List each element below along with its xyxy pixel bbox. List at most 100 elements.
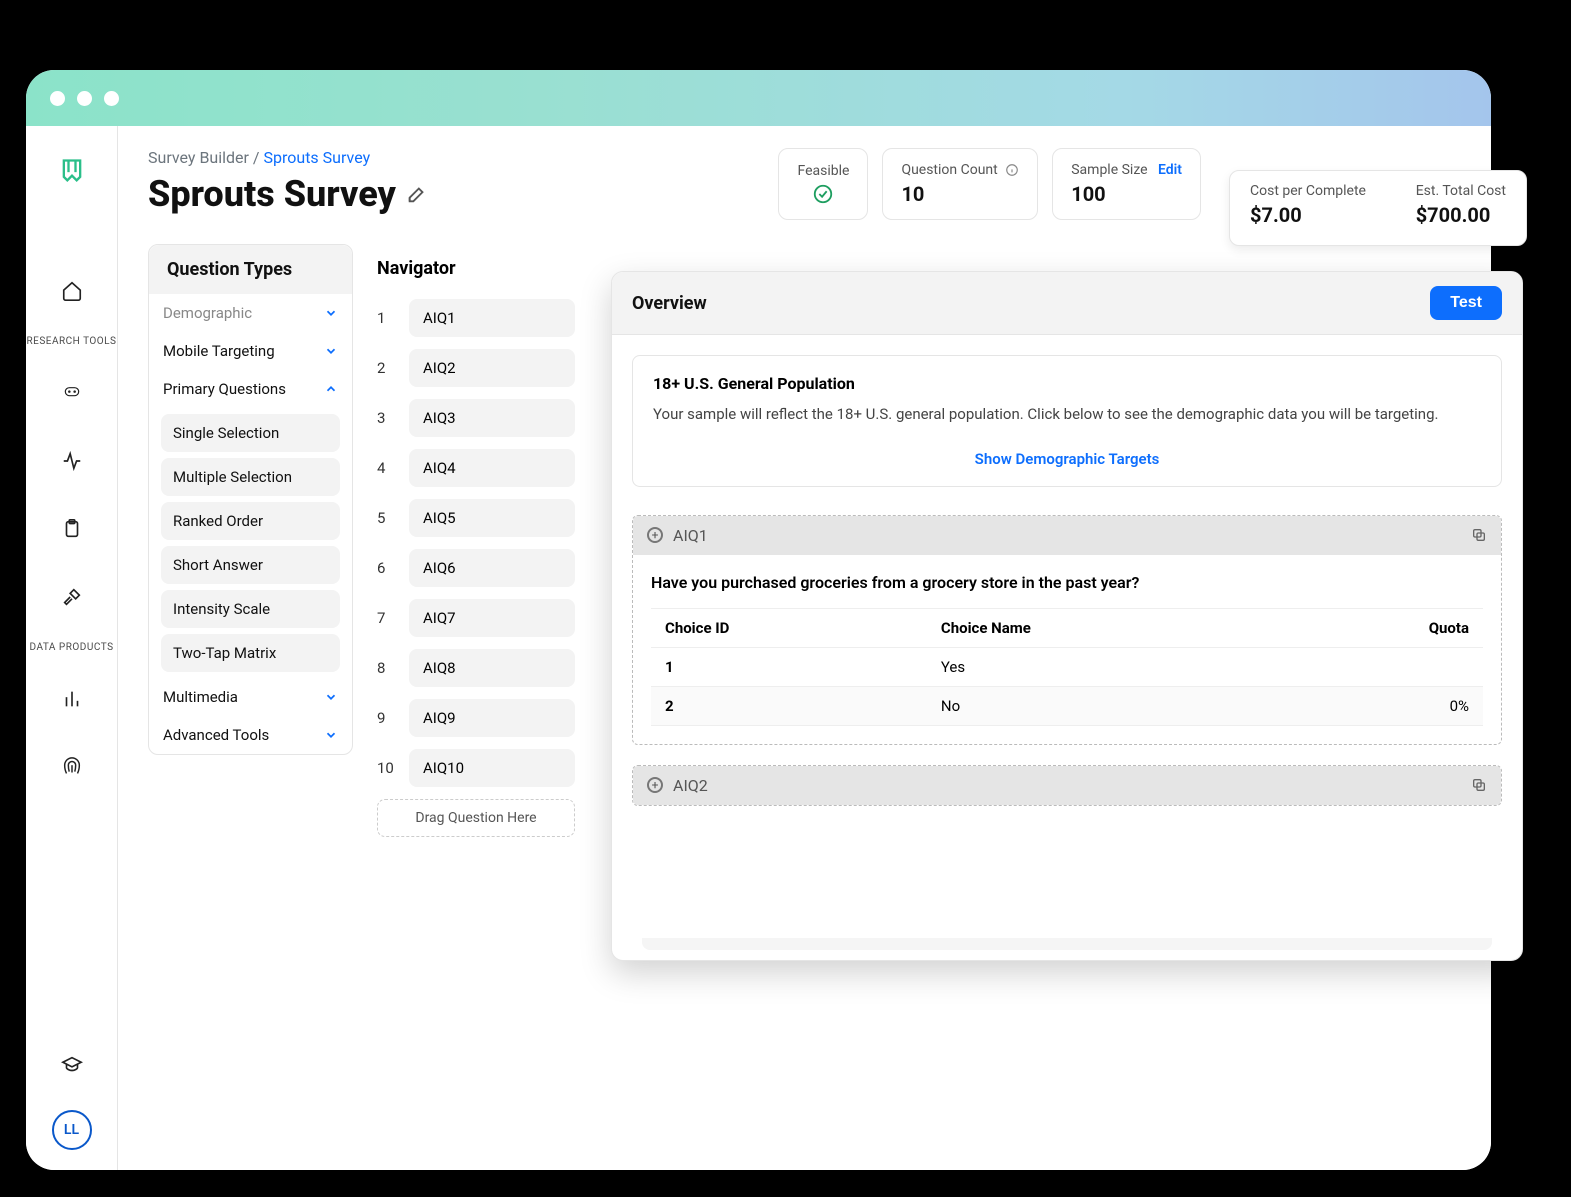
window-dot [77, 91, 92, 106]
navigator-label[interactable]: AIQ8 [409, 649, 575, 687]
navigator-index: 10 [377, 759, 399, 777]
stat-sample-size: Sample Size Edit 100 [1052, 148, 1201, 220]
navigator-label[interactable]: AIQ7 [409, 599, 575, 637]
vr-headset-icon[interactable] [49, 370, 95, 416]
stat-feasible: Feasible [778, 148, 868, 220]
hammer-icon[interactable] [49, 574, 95, 620]
stat-label: Cost per Complete [1250, 183, 1366, 199]
stat-question-count: Question Count 10 [882, 148, 1038, 220]
question-type-item[interactable]: Intensity Scale [161, 590, 340, 628]
navigator-index: 2 [377, 359, 399, 377]
navigator-label[interactable]: AIQ2 [409, 349, 575, 387]
info-title: 18+ U.S. General Population [653, 374, 1481, 393]
content-fade [642, 938, 1492, 950]
page-title: Sprouts Survey [148, 173, 428, 215]
navigator-item[interactable]: 10 AIQ10 [363, 743, 589, 793]
navigator-item[interactable]: 9AIQ9 [363, 693, 589, 743]
edit-icon[interactable] [406, 183, 428, 205]
check-circle-icon [812, 183, 834, 205]
navigator-item[interactable]: 8 AIQ8 [363, 643, 589, 693]
overview-body: 18+ U.S. General Population Your sample … [612, 335, 1522, 826]
sidebar-section-label: DATA PRODUCTS [29, 642, 113, 654]
navigator-item[interactable]: 4 AIQ4 [363, 443, 589, 493]
navigator-item[interactable]: 6AIQ6 [363, 543, 589, 593]
graduation-cap-icon[interactable] [49, 1042, 95, 1088]
plus-circle-icon[interactable]: + [647, 527, 663, 543]
question-type-item[interactable]: Ranked Order [161, 502, 340, 540]
sidebar-section-label: RESEARCH TOOLS [27, 336, 117, 348]
col-choice-name: Choice Name [927, 608, 1279, 647]
cell-quota [1279, 647, 1483, 686]
stat-label: Question Count [901, 162, 1019, 178]
navigator-label[interactable]: AIQ10 [409, 749, 575, 787]
clipboard-icon[interactable] [49, 506, 95, 552]
info-icon[interactable] [1005, 163, 1019, 177]
sidebar: RESEARCH TOOLS DATA PRODUCTS [26, 126, 118, 1170]
navigator-index: 8 [377, 659, 399, 677]
show-targets-link[interactable]: Show Demographic Targets [653, 450, 1481, 468]
group-label: Mobile Targeting [163, 342, 275, 360]
question-type-item[interactable]: Short Answer [161, 546, 340, 584]
question-block-aiq2: + AIQ2 [632, 765, 1502, 806]
question-block-body: Have you purchased groceries from a groc… [633, 555, 1501, 744]
stat-label-text: Question Count [901, 162, 997, 178]
question-type-group[interactable]: Demographic [149, 294, 352, 332]
app-logo-icon[interactable] [49, 148, 95, 194]
question-text: Have you purchased groceries from a groc… [651, 573, 1483, 592]
stat-value: 10 [901, 182, 1019, 206]
navigator-label[interactable]: AIQ1 [409, 299, 575, 337]
navigator-label[interactable]: AIQ4 [409, 449, 575, 487]
navigator-item[interactable]: 2 AIQ2 [363, 343, 589, 393]
cell-choice-name: No [927, 686, 1279, 725]
fingerprint-icon[interactable] [49, 744, 95, 790]
col-choice-id: Choice ID [651, 608, 927, 647]
group-label: Advanced Tools [163, 726, 269, 744]
navigator-label[interactable]: AIQ5 [409, 499, 575, 537]
question-type-item[interactable]: Multiple Selection [161, 458, 340, 496]
question-block-header[interactable]: + AIQ1 [633, 516, 1501, 555]
col-quota: Quota [1279, 608, 1483, 647]
overview-header: Overview Test [612, 272, 1522, 335]
breadcrumb-current[interactable]: Sprouts Survey [264, 148, 371, 167]
table-row: 2No0% [651, 686, 1483, 725]
question-type-group[interactable]: Mobile Targeting [149, 332, 352, 370]
copy-icon[interactable] [1471, 777, 1487, 793]
question-type-group[interactable]: Advanced Tools [149, 716, 352, 754]
drop-zone[interactable]: Drag Question Here [377, 799, 575, 837]
activity-icon[interactable] [49, 438, 95, 484]
navigator-label[interactable]: AIQ3 [409, 399, 575, 437]
panel-heading: Question Types [149, 245, 352, 294]
navigator-label[interactable]: AIQ6 [409, 549, 575, 587]
user-avatar[interactable]: LL [52, 1110, 92, 1150]
navigator-item[interactable]: 3 AIQ3 [363, 393, 589, 443]
copy-icon[interactable] [1471, 527, 1487, 543]
question-type-group[interactable]: Primary Questions [149, 370, 352, 408]
breadcrumb-root[interactable]: Survey Builder [148, 148, 249, 167]
navigator-item[interactable]: 1 AIQ1 [363, 293, 589, 343]
stat-value: $7.00 [1250, 203, 1366, 227]
edit-link[interactable]: Edit [1158, 162, 1182, 178]
bar-chart-icon[interactable] [49, 676, 95, 722]
question-id: AIQ1 [673, 526, 708, 545]
navigator-index: 4 [377, 459, 399, 477]
plus-circle-icon[interactable]: + [647, 777, 663, 793]
group-label: Primary Questions [163, 380, 286, 398]
cell-choice-id: 2 [651, 686, 927, 725]
test-button[interactable]: Test [1430, 286, 1502, 320]
navigator-label[interactable]: AIQ9 [409, 699, 575, 737]
info-text: Your sample will reflect the 18+ U.S. ge… [653, 403, 1481, 426]
question-type-item[interactable]: Two-Tap Matrix [161, 634, 340, 672]
home-icon[interactable] [49, 268, 95, 314]
chevron-down-icon [324, 728, 338, 742]
navigator-item[interactable]: 5AIQ5 [363, 493, 589, 543]
navigator-index: 1 [377, 309, 399, 327]
question-type-group[interactable]: Multimedia [149, 678, 352, 716]
stat-label: Sample Size Edit [1071, 162, 1182, 178]
chevron-down-icon [324, 690, 338, 704]
stat-label: Est. Total Cost [1416, 183, 1506, 199]
stat-value: $700.00 [1416, 203, 1506, 227]
navigator-index: 3 [377, 409, 399, 427]
navigator-item[interactable]: 7AIQ7 [363, 593, 589, 643]
question-type-item[interactable]: Single Selection [161, 414, 340, 452]
question-block-header[interactable]: + AIQ2 [633, 766, 1501, 805]
